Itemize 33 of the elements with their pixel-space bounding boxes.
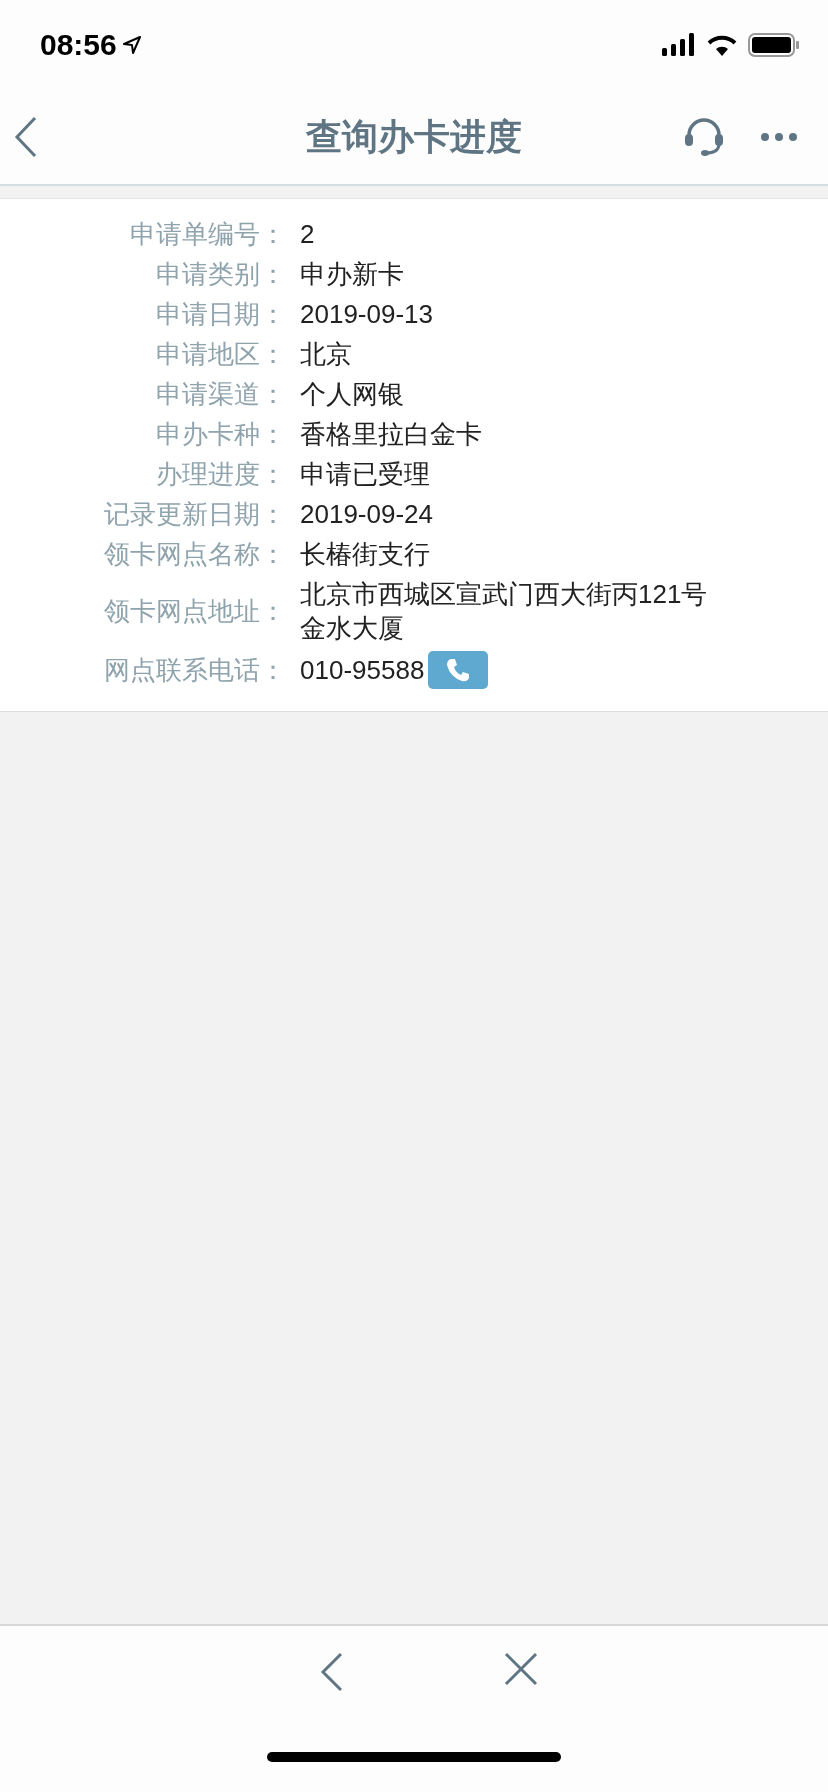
field-value: 申办新卡 <box>300 258 404 291</box>
field-label: 申请单编号： <box>129 218 287 251</box>
field-label: 办理进度： <box>155 458 287 491</box>
field-label: 申请地区： <box>155 338 287 371</box>
field-label: 领卡网点地址： <box>103 595 287 628</box>
page-title: 查询办卡进度 <box>306 115 522 157</box>
more-icon[interactable] <box>760 132 798 142</box>
field-value: 北京市西城区宣武门西大街丙121号金水大厦 <box>300 578 709 645</box>
location-icon <box>122 36 141 54</box>
field-value: 2 <box>300 218 315 251</box>
field-value: 2019-09-13 <box>300 298 433 331</box>
field-value: 长椿街支行 <box>300 538 430 571</box>
field-label: 申请日期： <box>155 298 287 331</box>
field-label: 领卡网点名称： <box>103 538 287 571</box>
field-label: 记录更新日期： <box>103 498 287 531</box>
headset-icon[interactable] <box>684 117 724 157</box>
field-label: 申请类别： <box>155 258 287 291</box>
wifi-icon <box>706 33 738 57</box>
field-value: 北京 <box>300 338 352 371</box>
back-button[interactable] <box>320 1652 344 1692</box>
field-label: 申请渠道： <box>155 378 287 411</box>
status-time: 08:56 <box>40 28 117 62</box>
field-value: 2019-09-24 <box>300 498 433 531</box>
back-button[interactable] <box>14 116 38 158</box>
signal-icon <box>662 33 696 57</box>
field-label: 申办卡种： <box>155 418 287 451</box>
field-value: 香格里拉白金卡 <box>300 418 482 451</box>
field-value: 010-95588 <box>300 654 425 687</box>
field-label: 网点联系电话： <box>103 654 287 687</box>
field-value: 个人网银 <box>300 378 404 411</box>
field-value: 申请已受理 <box>300 458 430 491</box>
phone-button[interactable] <box>428 651 489 689</box>
battery-icon <box>748 33 800 57</box>
